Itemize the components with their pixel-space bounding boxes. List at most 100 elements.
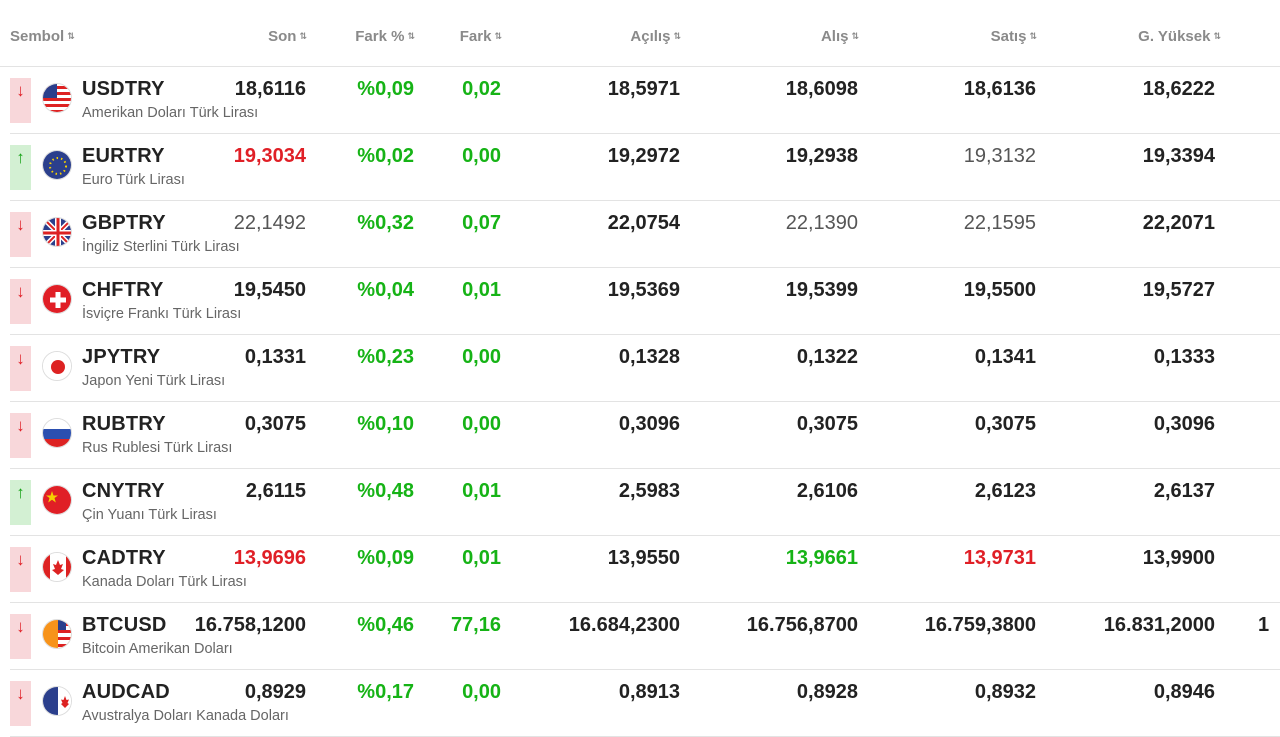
cn-flag-icon [42, 485, 72, 515]
sort-icon[interactable]: ⇅ [673, 31, 680, 41]
cell-son: 19,5450 [233, 279, 306, 301]
cell-fark: 0,00 [462, 346, 501, 368]
cell-acilis: 16.684,2300 [568, 614, 680, 636]
arrow-down-icon: ↓ [10, 614, 31, 659]
cell-alis: 19,5399 [785, 279, 858, 301]
symbol-description: Çin Yuanı Türk Lirası [82, 507, 217, 523]
symbol-description: İngiliz Sterlini Türk Lirası [82, 239, 240, 255]
sort-icon[interactable]: ⇅ [67, 31, 74, 41]
sort-icon[interactable]: ⇅ [494, 31, 501, 41]
ca-flag-icon [42, 552, 72, 582]
symbol-link[interactable]: EURTRY [82, 145, 165, 168]
symbol-link[interactable]: RUBTRY [82, 413, 166, 436]
cell-alis: 2,6106 [796, 480, 858, 502]
cell-fark: 0,00 [462, 681, 501, 703]
cell-alis: 0,1322 [796, 346, 858, 368]
cell-acilis: 18,5971 [607, 78, 680, 100]
cell-son: 19,3034 [233, 145, 306, 167]
header-sembol[interactable]: Sembol ⇅ [10, 28, 75, 45]
cell-alis: 22,1390 [785, 212, 858, 234]
cell-son: 13,9696 [233, 547, 306, 569]
cell-acilis: 0,1328 [618, 346, 680, 368]
table-row[interactable]: ↓ JPYTRY Japon Yeni Türk Lirası 0,1331 %… [10, 335, 1280, 402]
sort-icon[interactable]: ⇅ [299, 31, 306, 41]
symbol-link[interactable]: CNYTRY [82, 480, 165, 503]
header-fark[interactable]: Fark ⇅ [460, 28, 502, 45]
symbol-link[interactable]: USDTRY [82, 78, 165, 101]
cell-fark: 0,01 [462, 547, 501, 569]
header-alis[interactable]: Alış ⇅ [821, 28, 859, 45]
cell-fark-pct: %0,17 [357, 681, 414, 703]
cell-fark: 0,07 [462, 212, 501, 234]
sort-icon[interactable]: ⇅ [1213, 31, 1220, 41]
symbol-link[interactable]: AUDCAD [82, 681, 170, 704]
table-row[interactable]: ↑ EURTRY Euro Türk Lirası 19,3034 %0,02 … [10, 134, 1280, 201]
jp-flag-icon [42, 351, 72, 381]
cell-acilis: 0,3096 [618, 413, 680, 435]
arrow-down-icon: ↓ [10, 78, 31, 123]
symbol-link[interactable]: BTCUSD [82, 614, 167, 637]
symbol-description: İsviçre Frankı Türk Lirası [82, 306, 242, 322]
cell-fark: 0,02 [462, 78, 501, 100]
cell-fark: 0,00 [462, 145, 501, 167]
cell-acilis: 2,5983 [618, 480, 680, 502]
sort-icon[interactable]: ⇅ [407, 31, 414, 41]
cell-fark-pct: %0,02 [357, 145, 414, 167]
cell-fark-pct: %0,09 [357, 78, 414, 100]
cell-satis: 13,9731 [963, 547, 1036, 569]
table-row[interactable]: ↓ USDTRY Amerikan Doları Türk Lirası 18,… [10, 67, 1280, 134]
cell-acilis: 0,8913 [618, 681, 680, 703]
cell-acilis: 19,5369 [607, 279, 680, 301]
header-son[interactable]: Son ⇅ [268, 28, 307, 45]
arrow-down-icon: ↓ [10, 547, 31, 592]
cell-fark-pct: %0,48 [357, 480, 414, 502]
header-fark-pct[interactable]: Fark % ⇅ [355, 28, 415, 45]
btc-us-flag-icon [42, 619, 72, 649]
cell-son: 0,1331 [244, 346, 306, 368]
cell-satis: 19,3132 [963, 145, 1036, 167]
table-row[interactable]: ↓ CADTRY Kanada Doları Türk Lirası 13,96… [10, 536, 1280, 603]
table-row[interactable]: ↓ AUDCAD Avustralya Doları Kanada Doları… [10, 670, 1280, 737]
symbol-description: Amerikan Doları Türk Lirası [82, 105, 259, 121]
table-row[interactable]: ↓ RUBTRY Rus Rublesi Türk Lirası 0,3075 … [10, 402, 1280, 469]
cell-fark: 0,01 [462, 279, 501, 301]
cell-fark-pct: %0,09 [357, 547, 414, 569]
symbol-description: Bitcoin Amerikan Doları [82, 641, 233, 657]
symbol-link[interactable]: JPYTRY [82, 346, 160, 369]
arrow-up-icon: ↑ [10, 480, 31, 525]
symbol-link[interactable]: GBPTRY [82, 212, 166, 235]
sort-icon[interactable]: ⇅ [1029, 31, 1036, 41]
cell-g-yuksek: 16.831,2000 [1103, 614, 1215, 636]
symbol-link[interactable]: CHFTRY [82, 279, 164, 302]
header-acilis[interactable]: Açılış ⇅ [630, 28, 681, 45]
us-flag-icon [42, 83, 72, 113]
cell-satis: 0,3075 [974, 413, 1036, 435]
cell-acilis: 13,9550 [607, 547, 680, 569]
cell-fark-pct: %0,04 [357, 279, 414, 301]
header-g-yuksek[interactable]: G. Yüksek ⇅ [1138, 28, 1221, 45]
cell-son: 0,3075 [244, 413, 306, 435]
cell-fark: 0,01 [462, 480, 501, 502]
cell-g-yuksek: 18,6222 [1142, 78, 1215, 100]
table-row[interactable]: ↑ CNYTRY Çin Yuanı Türk Lirası 2,6115 %0… [10, 469, 1280, 536]
cell-alis: 16.756,8700 [746, 614, 858, 636]
cell-satis: 18,6136 [963, 78, 1036, 100]
cell-son: 16.758,1200 [194, 614, 306, 636]
table-row[interactable]: ↓ CHFTRY İsviçre Frankı Türk Lirası 19,5… [10, 268, 1280, 335]
cell-fark-pct: %0,32 [357, 212, 414, 234]
cell-acilis: 19,2972 [607, 145, 680, 167]
ch-flag-icon [42, 284, 72, 314]
cell-fark-pct: %0,46 [357, 614, 414, 636]
symbol-link[interactable]: CADTRY [82, 547, 166, 570]
symbol-description: Euro Türk Lirası [82, 172, 185, 188]
cell-g-yuksek: 13,9900 [1142, 547, 1215, 569]
table-row[interactable]: ↓ BTCUSD Bitcoin Amerikan Doları 16.758,… [10, 603, 1280, 670]
arrow-down-icon: ↓ [10, 413, 31, 458]
cell-g-yuksek: 19,5727 [1142, 279, 1215, 301]
cell-g-yuksek: 19,3394 [1142, 145, 1215, 167]
header-satis[interactable]: Satış ⇅ [991, 28, 1037, 45]
table-row[interactable]: ↓ GBPTRY İngiliz Sterlini Türk Lirası 22… [10, 201, 1280, 268]
cell-satis: 2,6123 [974, 480, 1036, 502]
sort-icon[interactable]: ⇅ [851, 31, 858, 41]
arrow-down-icon: ↓ [10, 346, 31, 391]
